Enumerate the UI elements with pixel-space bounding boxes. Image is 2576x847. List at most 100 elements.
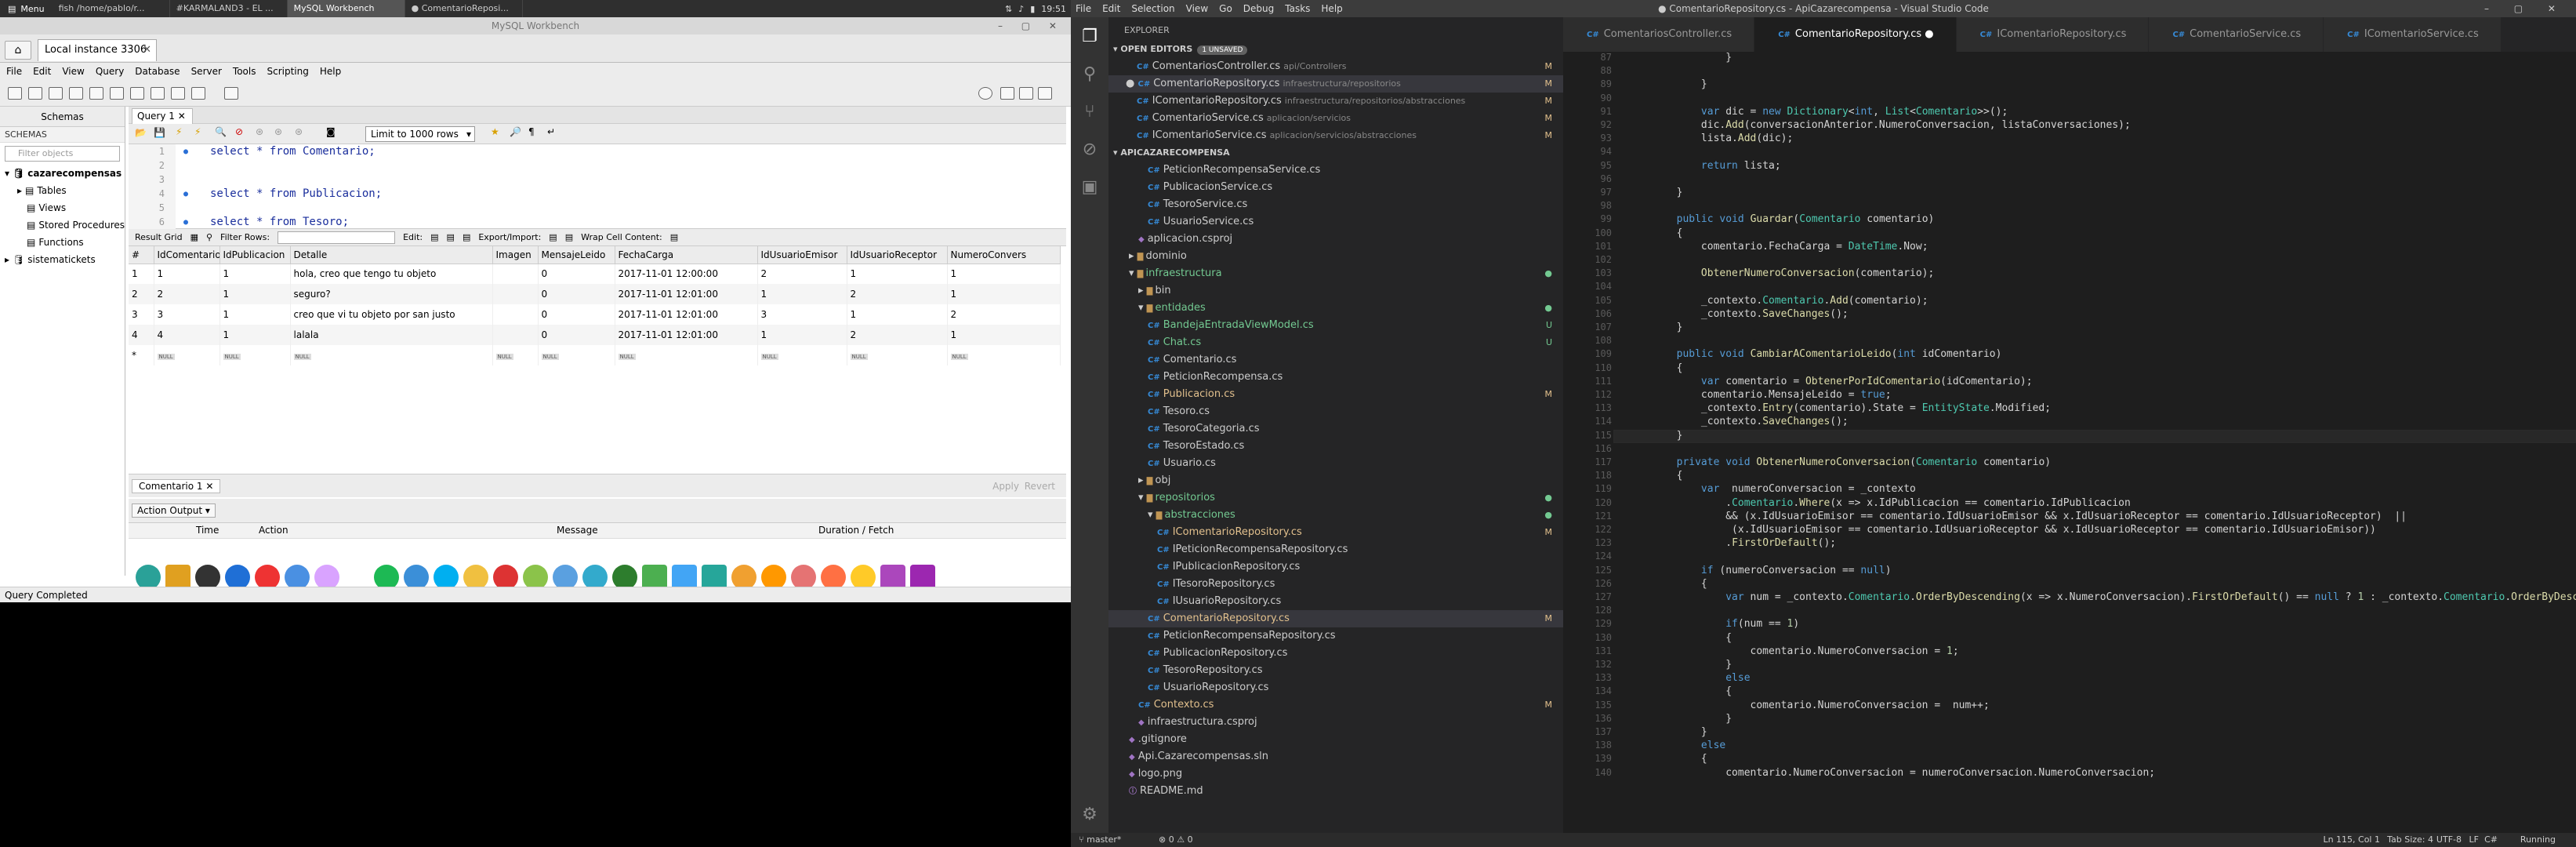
tree-file[interactable]: ◆ .gitignore xyxy=(1108,731,1563,748)
tree-folder[interactable]: ▸ ▇ obj xyxy=(1108,472,1563,489)
sql-editor-icon[interactable] xyxy=(224,87,238,100)
grid-cell[interactable]: creo que vi tu objeto por san justo xyxy=(290,304,493,325)
clock[interactable]: 19:51 xyxy=(1041,4,1066,14)
grid-cell[interactable]: 1 xyxy=(847,264,948,284)
wrap-icon[interactable]: ↵ xyxy=(547,126,555,137)
column-header[interactable]: IdPublicacion xyxy=(220,246,291,264)
editor-tab[interactable]: C# IComentarioRepository.cs xyxy=(1956,17,2150,52)
tree-file[interactable]: C# TesoroRepository.cs xyxy=(1108,662,1563,679)
tree-file[interactable]: ◆ infraestructura.csproj xyxy=(1108,714,1563,731)
table-row[interactable]: 1 1 1 hola, creo que tengo tu objeto 0 2017-1… xyxy=(129,264,1061,284)
tree-folder[interactable]: ▾ ▇ infraestructura ● xyxy=(1108,265,1563,282)
column-header[interactable]: # xyxy=(129,246,154,264)
tree-file[interactable]: C# Tesoro.cs xyxy=(1108,403,1563,420)
sql-editor[interactable]: 1 2 3 4 5 6 ● ● ● select * from Comentar… xyxy=(129,144,1066,229)
editor-tab[interactable]: C# ComentarioRepository.cs ● xyxy=(1754,17,1957,52)
code-editor[interactable]: 87 } 88 89 } 90 91 var dic = new Dictionary<… xyxy=(1563,52,2576,833)
output-type-select[interactable]: Action Output ▾ xyxy=(132,503,216,518)
tree-stored-procedures[interactable]: ▤ Stored Procedures xyxy=(0,216,125,234)
limit-rows-select[interactable]: Limit to 1000 rows ▾ xyxy=(365,126,475,142)
menu-query[interactable]: Query xyxy=(96,66,124,77)
tree-folder[interactable]: ▾ ▇ repositorios ● xyxy=(1108,489,1563,507)
tree-file[interactable]: C# UsuarioService.cs xyxy=(1108,213,1563,231)
grid-cell[interactable]: NULL xyxy=(847,345,948,365)
edit-row-icon[interactable]: ▤ xyxy=(430,232,438,242)
column-header[interactable]: IdUsuarioEmisor xyxy=(757,246,847,264)
new-row[interactable]: * NULL NULL NULL NULL NULL NULL NULL NUL… xyxy=(129,345,1061,365)
toggle-sidebar-icon[interactable] xyxy=(1000,87,1014,100)
network-icon[interactable]: ⇅ xyxy=(1005,4,1012,14)
grid-cell[interactable]: 2017-11-01 12:01:00 xyxy=(615,284,758,304)
taskbar-task-terminal[interactable]: fish /home/pablo/r... xyxy=(53,0,170,17)
tree-file[interactable]: C# PeticionRecompensaRepository.cs xyxy=(1108,627,1563,645)
create-procedure-icon[interactable] xyxy=(130,87,144,100)
grid-cell[interactable]: 3 xyxy=(154,304,220,325)
grid-cell[interactable]: NULL xyxy=(290,345,493,365)
output-column-header[interactable]: Message xyxy=(557,525,598,536)
open-editor-item[interactable]: C# IComentarioRepository.cs infraestructur… xyxy=(1108,93,1563,110)
grid-cell[interactable]: NULL xyxy=(757,345,847,365)
tree-tables[interactable]: ▸ ▤ Tables xyxy=(0,182,125,199)
column-header[interactable]: Imagen xyxy=(492,246,539,264)
gear-icon[interactable]: ⚙ xyxy=(1071,795,1108,833)
tree-file[interactable]: C# PublicacionService.cs xyxy=(1108,179,1563,196)
tree-file[interactable]: C# PublicacionRepository.cs xyxy=(1108,645,1563,662)
table-row[interactable]: 4 4 1 lalala 0 2017-11-01 12:01:00 1 2 1 xyxy=(129,325,1061,345)
grid-cell[interactable]: NULL xyxy=(492,345,539,365)
grid-cell[interactable]: NULL xyxy=(615,345,758,365)
grid-cell[interactable]: 2 xyxy=(154,284,220,304)
grid-cell[interactable]: 0 xyxy=(538,325,615,345)
grid-cell[interactable]: 1 xyxy=(129,264,154,284)
grid-cell[interactable]: hola, creo que tengo tu objeto xyxy=(290,264,493,284)
schema-sistematickets[interactable]: ▸ 🛢 sistematickets xyxy=(0,251,125,268)
grid-cell[interactable]: lalala xyxy=(290,325,493,345)
tree-file[interactable]: ◆ Api.Cazarecompensas.sln xyxy=(1108,748,1563,765)
autocommit-icon[interactable]: ⊛ xyxy=(295,126,303,137)
result-tab[interactable]: Comentario 1 ✕ xyxy=(132,479,221,493)
beautify-icon[interactable]: ★ xyxy=(491,126,499,137)
add-row-icon[interactable]: ▤ xyxy=(447,232,455,242)
grid-cell[interactable]: 1 xyxy=(154,264,220,284)
grid-cell[interactable]: 2 xyxy=(947,304,1061,325)
project-header[interactable]: ▾ APICAZARECOMPENSA xyxy=(1108,144,1563,162)
query-tab[interactable]: Query 1 ✕ xyxy=(132,108,193,124)
column-header[interactable]: NumeroConvers xyxy=(947,246,1061,264)
find-icon[interactable]: 🔎 xyxy=(510,126,521,137)
omnisharp-status[interactable]: Running xyxy=(2520,833,2556,847)
expand-icon[interactable]: ▾ xyxy=(5,165,9,182)
grid-cell[interactable]: 0 xyxy=(538,284,615,304)
result-grid-button[interactable]: Result Grid xyxy=(135,232,183,242)
column-header[interactable]: IdComentario xyxy=(154,246,220,264)
grid-cell[interactable]: 0 xyxy=(538,304,615,325)
grid-cell[interactable]: 3 xyxy=(757,304,847,325)
grid-cell[interactable]: 1 xyxy=(947,284,1061,304)
grid-cell[interactable]: 1 xyxy=(757,284,847,304)
grid-cell[interactable]: seguro? xyxy=(290,284,493,304)
filter-rows-input[interactable] xyxy=(278,231,396,244)
grid-cell[interactable] xyxy=(492,325,539,345)
tree-file[interactable]: C# ITesoroRepository.cs xyxy=(1108,576,1563,593)
create-table-icon[interactable] xyxy=(89,87,103,100)
import-icon[interactable]: ▤ xyxy=(565,232,573,242)
connection-tab[interactable]: Local instance 3306 ✕ xyxy=(38,39,157,61)
window-controls[interactable]: – ▢ ✕ xyxy=(998,17,1065,35)
close-icon[interactable]: ✕ xyxy=(143,40,151,60)
execute-icon[interactable]: ⚡ xyxy=(176,126,182,137)
output-column-header[interactable]: Duration / Fetch xyxy=(818,525,894,536)
grid-cell[interactable]: 4 xyxy=(129,325,154,345)
new-sql-tab-icon[interactable] xyxy=(8,87,22,100)
grid-cell[interactable]: 1 xyxy=(947,325,1061,345)
grid-cell[interactable]: 2 xyxy=(757,264,847,284)
editor-tab[interactable]: C# ComentarioService.cs xyxy=(2149,17,2324,52)
export-icon[interactable]: ▤ xyxy=(549,232,557,242)
output-column-header[interactable]: Action xyxy=(259,525,288,536)
tree-file[interactable]: ⓘ README.md xyxy=(1108,783,1563,800)
table-row[interactable]: 2 2 1 seguro? 0 2017-11-01 12:01:00 1 2 1 xyxy=(129,284,1061,304)
cursor-position[interactable]: Ln 115, Col 1 xyxy=(2323,833,2380,847)
editor-tab[interactable]: C# ComentariosController.cs xyxy=(1563,17,1755,52)
tree-file[interactable]: C# ComentarioRepository.cs M xyxy=(1108,610,1563,627)
tree-file[interactable]: C# TesoroService.cs xyxy=(1108,196,1563,213)
grid-cell[interactable]: 1 xyxy=(220,325,291,345)
tree-file[interactable]: C# TesoroCategoria.cs xyxy=(1108,420,1563,438)
grid-cell[interactable]: 2017-11-01 12:01:00 xyxy=(615,325,758,345)
